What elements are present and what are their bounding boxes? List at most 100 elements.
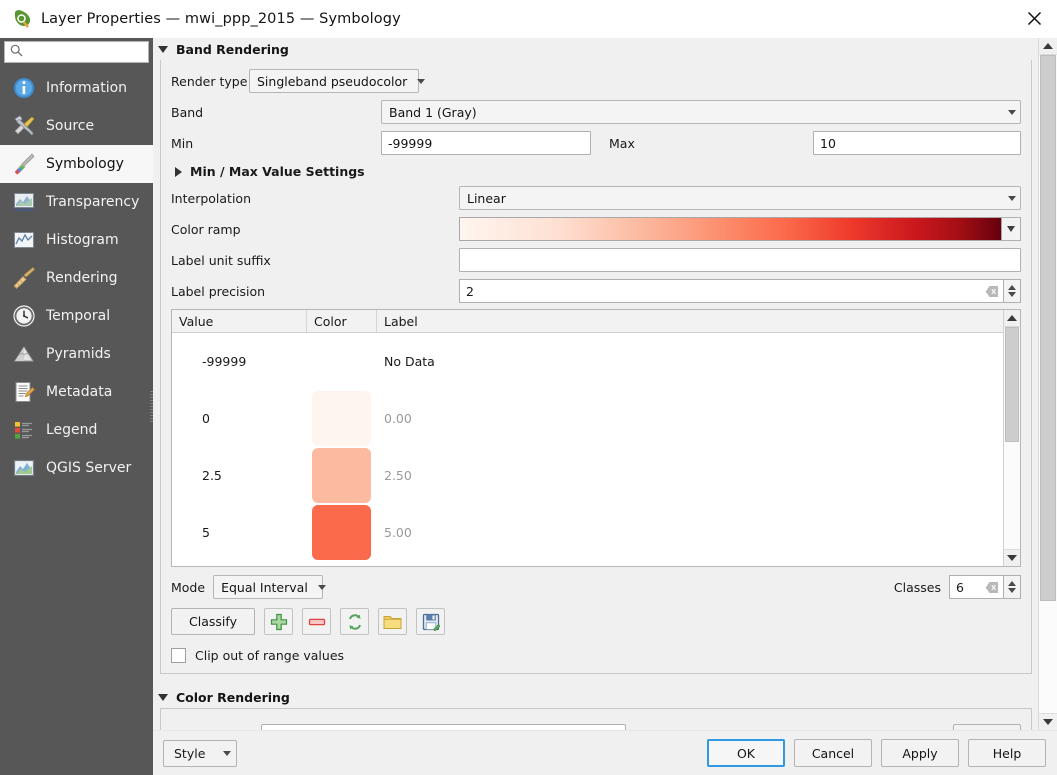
color-rendering-group-header[interactable]: Color Rendering (153, 686, 1038, 708)
cell-color[interactable] (307, 504, 377, 561)
max-input[interactable]: 10 (813, 131, 1021, 155)
mode-value: Equal Interval (221, 580, 308, 595)
column-header-value[interactable]: Value (172, 310, 307, 332)
color-ramp-control[interactable] (459, 217, 1021, 241)
interpolation-select[interactable]: Linear (459, 186, 1021, 210)
cell-color[interactable] (307, 390, 377, 447)
scrollbar-track[interactable] (1004, 327, 1020, 549)
cell-value[interactable]: 2.5 (172, 447, 307, 504)
max-value: 10 (820, 136, 836, 151)
scroll-down-button[interactable] (1004, 549, 1020, 566)
search-input[interactable] (28, 44, 143, 60)
stepper-down-icon[interactable] (1008, 588, 1016, 593)
color-rendering-partial-input[interactable] (261, 724, 626, 730)
stepper-up-icon[interactable] (1008, 581, 1016, 586)
cell-value[interactable]: 0 (172, 390, 307, 447)
color-ramp-preview[interactable] (459, 217, 1002, 241)
mode-select[interactable]: Equal Interval (213, 575, 323, 599)
label-precision-stepper[interactable] (1003, 279, 1021, 303)
checkbox-box[interactable] (171, 648, 186, 663)
scroll-down-button[interactable] (1039, 713, 1057, 730)
scrollbar-track[interactable] (1039, 55, 1057, 713)
min-input[interactable]: -99999 (381, 131, 591, 155)
sidebar-item-pyramids[interactable]: Pyramids (0, 335, 153, 373)
sidebar-item-temporal[interactable]: Temporal (0, 297, 153, 335)
arrow-down-icon (1007, 555, 1017, 561)
scroll-up-button[interactable] (1004, 310, 1020, 327)
scrollbar-thumb[interactable] (1040, 55, 1056, 601)
sidebar-item-source[interactable]: Source (0, 107, 153, 145)
cell-label[interactable]: 5.00 (377, 504, 1003, 561)
clip-out-of-range-checkbox[interactable]: Clip out of range values (171, 648, 1021, 663)
min-label: Min (171, 136, 381, 151)
page-vertical-scrollbar[interactable] (1038, 38, 1057, 730)
stepper-down-icon[interactable] (1008, 292, 1016, 297)
classes-field[interactable]: 6 (949, 575, 1003, 599)
sidebar-item-qgis-server[interactable]: QGIS Server (0, 449, 153, 487)
column-header-color[interactable]: Color (307, 310, 377, 332)
band-rendering-group-header[interactable]: Band Rendering (153, 38, 1038, 60)
render-type-select[interactable]: Singleband pseudocolor (249, 69, 419, 93)
band-select[interactable]: Band 1 (Gray) (381, 100, 1021, 124)
classes-stepper[interactable] (1003, 575, 1021, 599)
apply-button[interactable]: Apply (881, 739, 959, 767)
color-rendering-partial-button[interactable] (953, 724, 1021, 730)
sort-entries-button[interactable] (340, 608, 369, 635)
cell-value[interactable]: -99999 (172, 333, 307, 390)
cell-label[interactable]: 2.50 (377, 447, 1003, 504)
cancel-button[interactable]: Cancel (794, 739, 872, 767)
table-row[interactable]: 5 5.00 (172, 504, 1003, 561)
cell-value[interactable]: 5 (172, 504, 307, 561)
remove-entry-button[interactable] (302, 608, 331, 635)
stepper-up-icon[interactable] (1008, 285, 1016, 290)
close-icon[interactable] (1011, 0, 1057, 38)
add-entry-button[interactable] (264, 608, 293, 635)
sidebar-item-rendering[interactable]: Rendering (0, 259, 153, 297)
table-vertical-scrollbar[interactable] (1003, 310, 1020, 566)
label-precision-field[interactable]: 2 (459, 279, 1003, 303)
color-ramp-menu-button[interactable] (1002, 217, 1021, 241)
save-ramp-button[interactable] (416, 608, 445, 635)
sidebar-item-label: Information (46, 80, 127, 96)
cell-color[interactable] (307, 447, 377, 504)
sidebar-item-symbology[interactable]: Symbology (0, 145, 153, 183)
label-unit-suffix-input[interactable] (459, 248, 1021, 272)
mode-label: Mode (171, 580, 205, 595)
clear-icon[interactable] (984, 284, 999, 299)
sidebar-item-legend[interactable]: Legend (0, 411, 153, 449)
classification-table: Value Color Label -99999 No Data (171, 309, 1021, 567)
ok-button[interactable]: OK (707, 739, 785, 767)
color-swatch[interactable] (312, 448, 371, 503)
cell-label[interactable]: 0.00 (377, 390, 1003, 447)
clear-icon[interactable] (984, 580, 999, 595)
table-row[interactable]: -99999 No Data (172, 333, 1003, 390)
load-ramp-button[interactable] (378, 608, 407, 635)
color-swatch[interactable] (312, 505, 371, 560)
sidebar-item-information[interactable]: Information (0, 69, 153, 107)
clock-icon (11, 303, 37, 329)
color-swatch[interactable] (312, 391, 371, 446)
render-type-label: Render type (171, 74, 249, 89)
table-row[interactable]: 0 0.00 (172, 390, 1003, 447)
classify-button[interactable]: Classify (171, 608, 255, 635)
search-box[interactable] (4, 41, 149, 63)
help-button[interactable]: Help (968, 739, 1046, 767)
rendering-broom-icon (11, 265, 37, 291)
sidebar-item-metadata[interactable]: Metadata (0, 373, 153, 411)
style-menu-button[interactable]: Style (163, 740, 237, 767)
cell-color[interactable] (307, 333, 377, 390)
classes-spinbox[interactable]: 6 (949, 575, 1021, 599)
label-precision-spinbox[interactable]: 2 (459, 279, 1021, 303)
sidebar-item-transparency[interactable]: Transparency (0, 183, 153, 221)
scroll-up-button[interactable] (1039, 38, 1057, 55)
min-max-value-settings-header[interactable]: Min / Max Value Settings (171, 161, 1021, 185)
arrow-down-icon (1043, 719, 1053, 725)
title-bar: Layer Properties — mwi_ppp_2015 — Symbol… (0, 0, 1057, 38)
column-header-label[interactable]: Label (377, 310, 1003, 332)
table-row[interactable]: 2.5 2.50 (172, 447, 1003, 504)
scrollbar-thumb[interactable] (1005, 327, 1019, 442)
cell-label[interactable]: No Data (377, 333, 1003, 390)
sidebar-item-label: QGIS Server (46, 460, 131, 476)
classes-label: Classes (894, 580, 941, 595)
sidebar-item-histogram[interactable]: Histogram (0, 221, 153, 259)
